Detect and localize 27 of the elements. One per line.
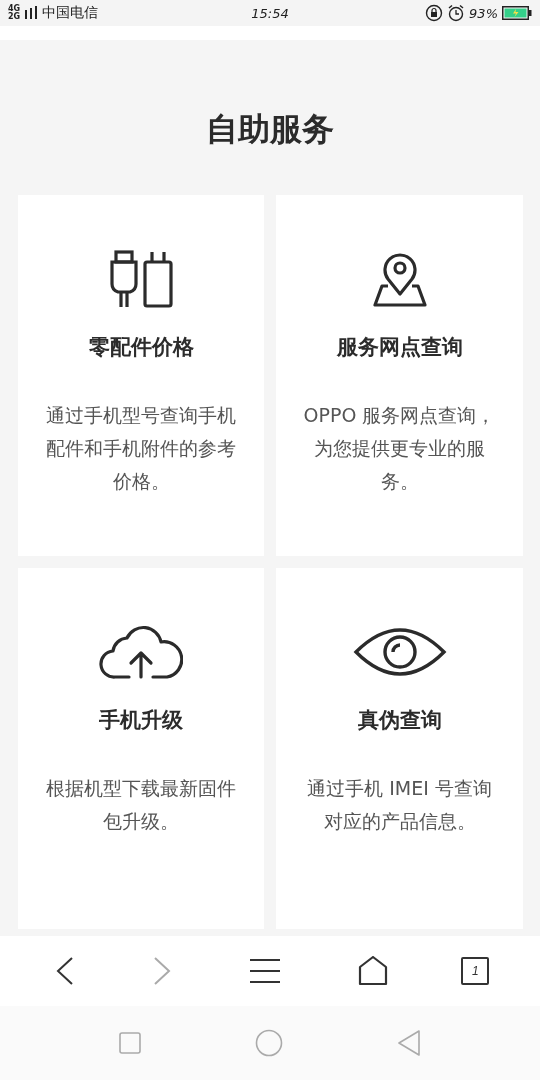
- map-pin-icon: [372, 250, 427, 308]
- service-card[interactable]: 真伪查询 通过手机 IMEI 号查询对应的产品信息。: [276, 568, 523, 929]
- eye-icon: [352, 626, 447, 678]
- page-title: 自助服务: [206, 109, 334, 150]
- card-title: 手机升级: [99, 707, 183, 734]
- carrier-name: 中国电信: [42, 4, 99, 22]
- tabs-button[interactable]: 1: [461, 957, 490, 985]
- card-description: OPPO 服务网点查询，为您提供更专业的服务。: [302, 403, 497, 494]
- battery-percent: 93%: [469, 5, 498, 21]
- battery-icon: [502, 6, 532, 20]
- rotation-lock-icon: [425, 4, 444, 22]
- signal-icon: [24, 6, 39, 20]
- card-title: 真伪查询: [357, 707, 442, 734]
- service-card[interactable]: 手机升级 根据机型下载最新固件包升级。: [18, 568, 264, 929]
- cloud-upload-icon: [99, 624, 183, 680]
- service-card[interactable]: 零配件价格 通过手机型号查询手机配件和手机附件的参考价格。: [18, 195, 264, 556]
- charger-cable-icon: [108, 250, 174, 308]
- alarm-icon: [447, 4, 466, 22]
- service-card[interactable]: 服务网点查询 OPPO 服务网点查询，为您提供更专业的服务。: [276, 195, 523, 556]
- card-title: 零配件价格: [88, 334, 194, 361]
- card-description: 通过手机型号查询手机配件和手机附件的参考价格。: [45, 403, 237, 494]
- card-description: 根据机型下载最新固件包升级。: [45, 776, 237, 834]
- recents-button[interactable]: [117, 1030, 143, 1056]
- network-label: 4G 2G: [8, 5, 21, 21]
- card-title: 服务网点查询: [336, 334, 463, 361]
- card-description: 通过手机 IMEI 号查询对应的产品信息。: [306, 776, 493, 834]
- clock-time: 15:54: [251, 5, 289, 21]
